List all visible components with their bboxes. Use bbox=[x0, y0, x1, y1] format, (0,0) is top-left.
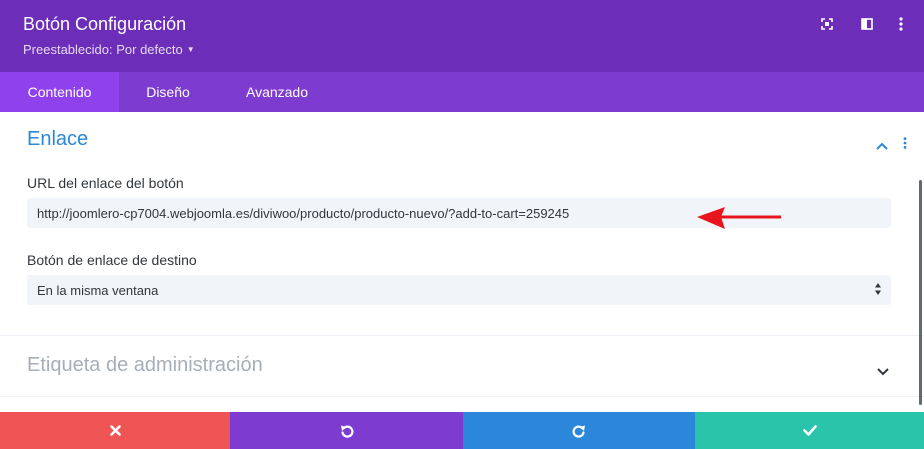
preset-label: Preestablecido: Por defecto bbox=[23, 42, 183, 57]
redo-button[interactable] bbox=[463, 412, 695, 449]
check-icon bbox=[802, 425, 817, 436]
settings-header: Botón Configuración Preestablecido: Por … bbox=[0, 0, 924, 72]
expand-icon[interactable] bbox=[819, 16, 835, 32]
sidebar-layout-icon[interactable] bbox=[859, 16, 875, 32]
undo-icon bbox=[340, 425, 354, 438]
preset-selector[interactable]: Preestablecido: Por defecto ▼ bbox=[23, 42, 195, 57]
select-arrows-icon bbox=[875, 283, 881, 298]
tab-contenido[interactable]: Contenido bbox=[0, 72, 119, 112]
url-field-label: URL del enlace del botón bbox=[27, 175, 184, 191]
close-icon bbox=[109, 425, 121, 436]
redo-icon bbox=[572, 425, 585, 438]
scrollbar[interactable] bbox=[919, 180, 922, 405]
more-vertical-icon[interactable] bbox=[893, 16, 909, 32]
section-divider bbox=[0, 335, 924, 336]
target-field-label: Botón de enlace de destino bbox=[27, 252, 197, 268]
section-divider bbox=[0, 396, 924, 397]
tab-avanzado[interactable]: Avanzado bbox=[217, 72, 337, 112]
caret-down-icon: ▼ bbox=[186, 45, 195, 54]
chevron-down-icon[interactable] bbox=[877, 363, 889, 381]
tab-diseno[interactable]: Diseño bbox=[119, 72, 217, 112]
section-title-enlace[interactable]: Enlace bbox=[27, 128, 88, 151]
action-bar bbox=[0, 412, 924, 449]
chevron-up-icon[interactable] bbox=[876, 137, 888, 155]
tab-bar: Contenido Diseño Avanzado bbox=[0, 72, 924, 112]
target-select-value: En la misma ventana bbox=[37, 282, 159, 298]
section-title-admin-label[interactable]: Etiqueta de administración bbox=[27, 354, 263, 377]
undo-button[interactable] bbox=[230, 412, 463, 449]
target-select[interactable]: En la misma ventana bbox=[27, 275, 891, 305]
modal-title: Botón Configuración bbox=[23, 14, 187, 34]
annotation-arrow-icon bbox=[697, 207, 783, 236]
section-options-icon[interactable] bbox=[903, 136, 907, 154]
save-button[interactable] bbox=[695, 412, 924, 449]
url-input-value: http://joomlero-cp7004.webjoomla.es/divi… bbox=[37, 205, 570, 221]
cancel-button[interactable] bbox=[0, 412, 230, 449]
